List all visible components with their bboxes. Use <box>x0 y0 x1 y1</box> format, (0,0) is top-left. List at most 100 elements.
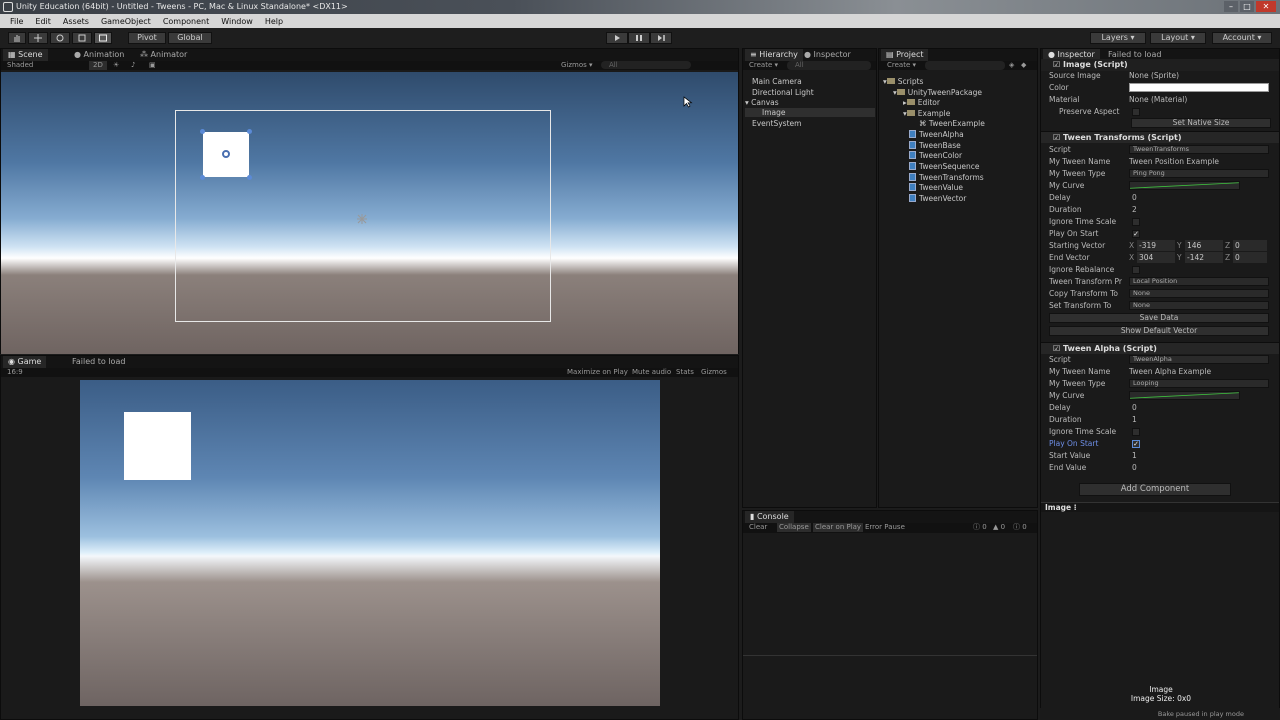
ta-delay-input[interactable]: 0 <box>1129 402 1269 413</box>
pause-button[interactable] <box>628 32 650 44</box>
hierarchy-create-dropdown[interactable]: Create ▾ <box>749 61 778 70</box>
ta-play-checkbox[interactable]: ✓ <box>1132 440 1140 448</box>
console-clear-button[interactable]: Clear <box>749 523 767 532</box>
tab-inspector-small[interactable]: ● Inspector <box>799 49 856 61</box>
maximize-button[interactable]: □ <box>1240 1 1254 12</box>
ta-name-input[interactable]: Tween Alpha Example <box>1129 366 1269 377</box>
tt-start-z-input[interactable]: 0 <box>1233 240 1267 251</box>
console-error-pause-toggle[interactable]: Error Pause <box>865 523 905 532</box>
show-default-vector-button[interactable]: Show Default Vector <box>1049 326 1269 336</box>
tt-duration-input[interactable]: 2 <box>1129 204 1269 215</box>
script-item[interactable]: TweenVector <box>909 194 966 203</box>
tt-delay-input[interactable]: 0 <box>1129 192 1269 203</box>
aspect-dropdown[interactable]: 16:9 <box>7 368 23 377</box>
global-toggle[interactable]: Global <box>168 32 212 44</box>
save-data-button[interactable]: Save Data <box>1049 313 1269 323</box>
material-field[interactable]: None (Material) <box>1129 94 1269 105</box>
hierarchy-item-canvas[interactable]: ▾ Canvas <box>745 98 779 107</box>
hierarchy-search-input[interactable]: All <box>787 61 871 70</box>
tt-transform-pr-dropdown[interactable]: Local Position <box>1129 277 1269 286</box>
project-search-input[interactable] <box>925 61 1005 70</box>
account-dropdown[interactable]: Account ▾ <box>1212 32 1272 44</box>
ta-end-input[interactable]: 0 <box>1129 462 1269 473</box>
hierarchy-item-directional-light[interactable]: Directional Light <box>752 88 814 97</box>
tween-alpha-header[interactable]: ☑ Tween Alpha (Script) <box>1041 342 1279 354</box>
pivot-toggle[interactable]: Pivot <box>128 32 166 44</box>
tab-animation[interactable]: ● Animation <box>69 49 129 61</box>
corner-handle[interactable] <box>247 175 252 180</box>
source-image-field[interactable]: None (Sprite) <box>1129 70 1269 81</box>
close-button[interactable]: ✕ <box>1256 1 1276 12</box>
stats-toggle[interactable]: Stats <box>676 368 694 377</box>
ta-type-dropdown[interactable]: Looping <box>1129 379 1269 388</box>
menu-edit[interactable]: Edit <box>29 17 57 26</box>
play-button[interactable] <box>606 32 628 44</box>
preserve-aspect-checkbox[interactable] <box>1132 108 1140 116</box>
minimize-button[interactable]: – <box>1224 1 1238 12</box>
tt-ignore-checkbox[interactable] <box>1132 218 1140 226</box>
set-native-size-button[interactable]: Set Native Size <box>1131 118 1271 128</box>
layers-dropdown[interactable]: Layers ▾ <box>1090 32 1146 44</box>
layout-dropdown[interactable]: Layout ▾ <box>1150 32 1206 44</box>
effects-toggle-icon[interactable]: ▣ <box>149 61 156 70</box>
menu-component[interactable]: Component <box>157 17 215 26</box>
tween-transforms-header[interactable]: ☑ Tween Transforms (Script) <box>1041 131 1279 143</box>
hierarchy-item-main-camera[interactable]: Main Camera <box>752 77 802 86</box>
console-collapse-toggle[interactable]: Collapse <box>777 523 811 532</box>
scene-viewport[interactable] <box>1 72 738 354</box>
menu-gameobject[interactable]: GameObject <box>95 17 157 26</box>
tt-name-input[interactable]: Tween Position Example <box>1129 156 1269 167</box>
maximize-on-play-toggle[interactable]: Maximize on Play <box>567 368 628 377</box>
ta-duration-input[interactable]: 1 <box>1129 414 1269 425</box>
ta-script-field[interactable]: TweenAlpha <box>1129 355 1269 364</box>
tt-start-y-input[interactable]: 146 <box>1185 240 1223 251</box>
folder-editor[interactable]: ▸ Editor <box>903 98 940 107</box>
game-viewport[interactable] <box>80 380 660 706</box>
tab-console[interactable]: ▮ Console <box>745 511 794 523</box>
folder-unitytweenpackage[interactable]: ▾ UnityTweenPackage <box>893 88 982 97</box>
lighting-toggle-icon[interactable]: ☀ <box>113 61 119 70</box>
menu-window[interactable]: Window <box>215 17 259 26</box>
tt-set-dropdown[interactable]: None <box>1129 301 1269 310</box>
gizmos-dropdown[interactable]: Gizmos ▾ <box>561 61 593 70</box>
tt-copy-dropdown[interactable]: None <box>1129 289 1269 298</box>
folder-example[interactable]: ▾ Example <box>903 109 950 118</box>
game-gizmos-dropdown[interactable]: Gizmos <box>701 368 727 377</box>
hierarchy-item-image[interactable]: Image <box>745 108 875 117</box>
tt-end-z-input[interactable]: 0 <box>1233 252 1267 263</box>
tab-scene[interactable]: ▦ Scene <box>3 49 48 61</box>
corner-handle[interactable] <box>200 175 205 180</box>
menu-file[interactable]: File <box>4 17 29 26</box>
2d-mode-toggle[interactable]: 2D <box>89 61 107 70</box>
color-swatch[interactable] <box>1129 83 1269 92</box>
tab-project[interactable]: ▤ Project <box>881 49 929 61</box>
script-item[interactable]: TweenTransforms <box>909 173 984 182</box>
audio-toggle-icon[interactable]: ♪ <box>131 61 135 70</box>
scale-tool-button[interactable] <box>72 32 92 44</box>
corner-handle[interactable] <box>247 129 252 134</box>
menu-assets[interactable]: Assets <box>57 17 95 26</box>
filter-type-icon[interactable]: ◈ <box>1009 61 1014 70</box>
rect-tool-button[interactable] <box>94 32 112 44</box>
tab-hierarchy[interactable]: ≡ Hierarchy <box>745 49 803 61</box>
hand-tool-button[interactable] <box>8 32 26 44</box>
ta-start-input[interactable]: 1 <box>1129 450 1269 461</box>
script-item[interactable]: TweenValue <box>909 183 963 192</box>
failed-tab[interactable]: Failed to load <box>67 356 130 368</box>
script-item[interactable]: TweenAlpha <box>909 130 964 139</box>
tt-script-field[interactable]: TweenTransforms <box>1129 145 1269 154</box>
script-tweenexample[interactable]: ⌘ TweenExample <box>919 119 985 128</box>
shading-mode-dropdown[interactable]: Shaded <box>7 61 33 70</box>
pivot-handle[interactable] <box>222 150 230 158</box>
tab-animator[interactable]: ⁂ Animator <box>135 49 192 61</box>
script-item[interactable]: TweenBase <box>909 141 961 150</box>
tt-end-x-input[interactable]: 304 <box>1137 252 1175 263</box>
tt-play-checkbox[interactable]: ✓ <box>1132 230 1140 238</box>
error-count[interactable]: ⓘ 0 <box>1013 523 1027 532</box>
menu-help[interactable]: Help <box>259 17 289 26</box>
tt-start-x-input[interactable]: -319 <box>1137 240 1175 251</box>
rotate-tool-button[interactable] <box>50 32 70 44</box>
folder-scripts[interactable]: ▾ Scripts <box>883 77 923 86</box>
script-item[interactable]: TweenSequence <box>909 162 979 171</box>
hierarchy-item-eventsystem[interactable]: EventSystem <box>752 119 801 128</box>
